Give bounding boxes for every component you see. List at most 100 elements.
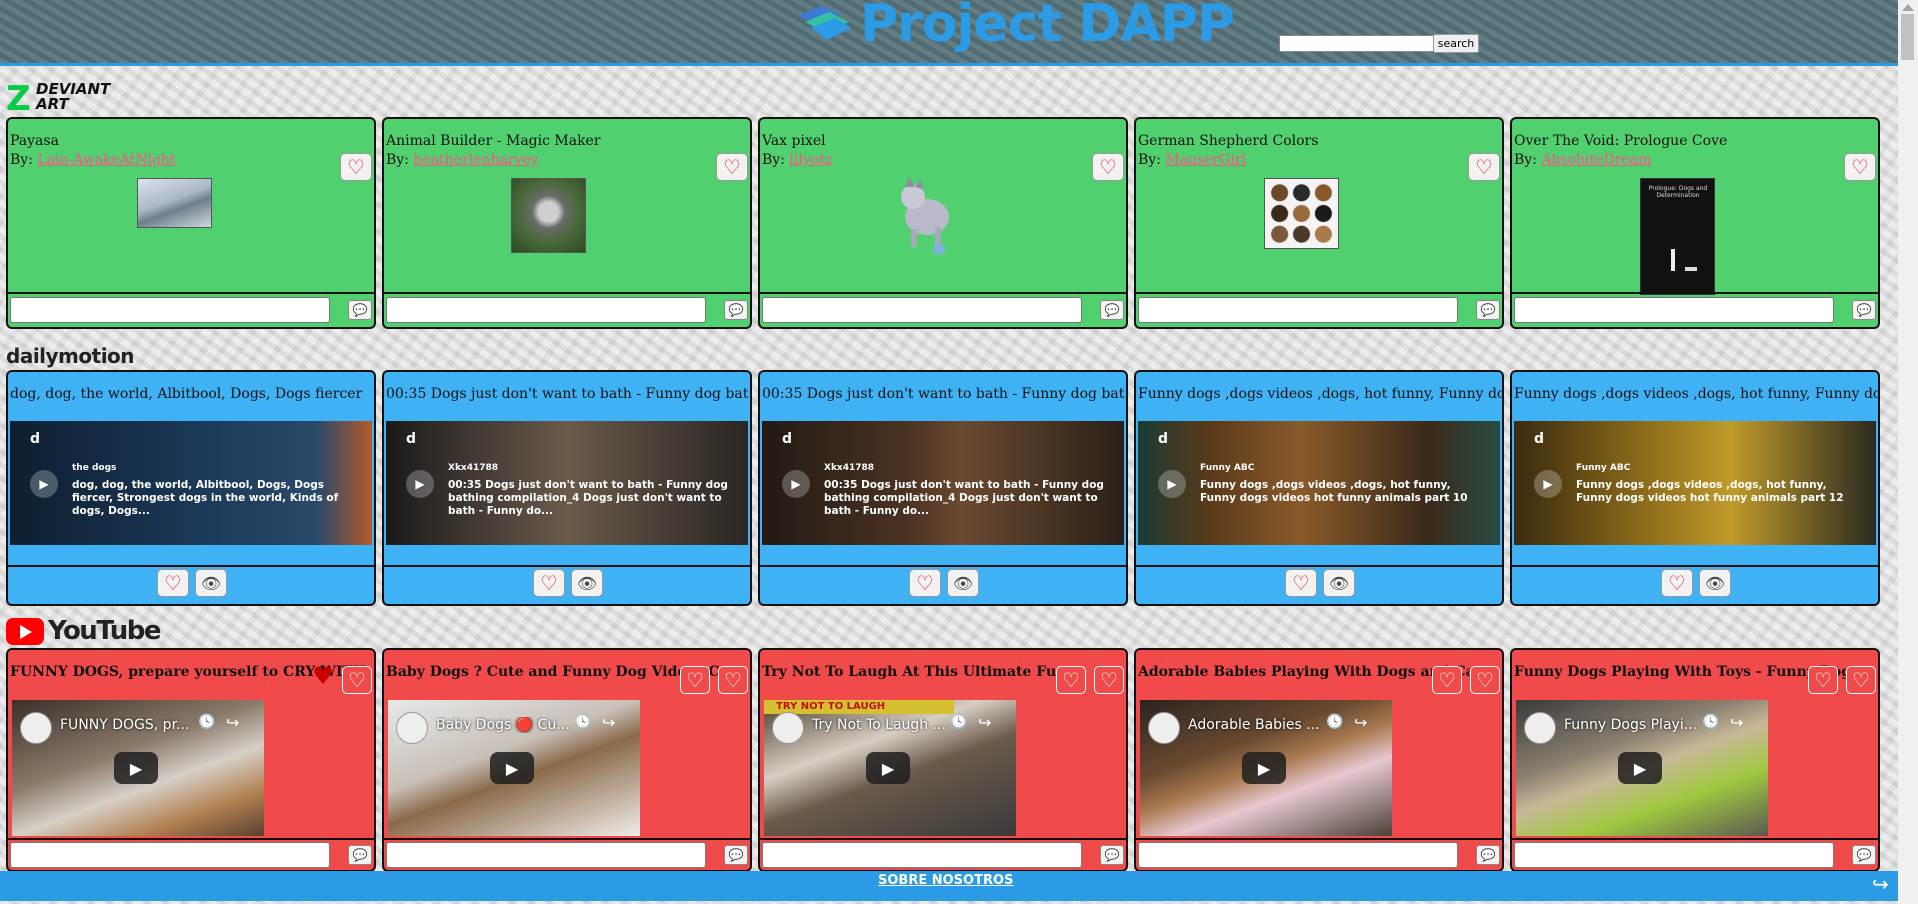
share-icon[interactable]: ↪ [1354,713,1367,732]
artwork-thumbnail[interactable] [889,177,961,257]
view-eye-icon[interactable]: 👁 [947,569,979,597]
youtube-player[interactable]: Baby Dogs 🔴 Cu... 🕓 ↪ ▶ [388,700,640,836]
youtube-player[interactable]: Adorable Babies ... 🕓 ↪ ▶ [1140,700,1392,836]
play-icon[interactable]: ▶ [1618,752,1662,784]
channel-avatar[interactable] [1524,712,1556,744]
watch-later-clock-icon[interactable]: 🕓 [950,714,967,730]
watch-later-clock-icon[interactable]: 🕓 [1326,714,1343,730]
share-icon[interactable]: ↪ [978,713,991,732]
like-heart-icon[interactable]: ♡ [1285,569,1317,597]
scrollbar-thumb[interactable] [1901,14,1914,60]
comment-field[interactable] [762,842,1082,868]
view-eye-icon[interactable]: 👁 [1699,569,1731,597]
comment-icon[interactable]: 💬 [1476,300,1500,320]
youtube-player[interactable]: TRY NOT TO LAUGH Try Not To Laugh ... 🕓 … [764,700,1016,836]
watch-later-clock-icon[interactable]: 🕓 [198,714,215,730]
channel-avatar[interactable] [396,712,428,744]
comment-icon[interactable]: 💬 [1852,845,1876,865]
video-title[interactable]: Baby Dogs 🔴 Cu... [436,717,576,733]
scroll-up-arrow-icon[interactable] [1902,4,1914,11]
share-icon[interactable]: ↪ [226,713,239,732]
comment-field[interactable] [1514,297,1834,323]
channel-avatar[interactable] [1148,712,1180,744]
view-eye-icon[interactable]: 👁 [571,569,603,597]
like-heart-icon[interactable]: ♡ [718,666,748,694]
like-heart-icon[interactable]: ♡ [680,666,710,694]
artwork-thumbnail[interactable] [1264,178,1339,249]
play-icon[interactable]: ▶ [1534,470,1562,498]
comment-icon[interactable]: 💬 [1476,845,1500,865]
share-icon[interactable]: ↪ [1872,872,1889,896]
favorited-heart-icon[interactable]: ♥ [308,662,338,690]
author-link[interactable]: lilyotz [789,152,832,168]
video-player[interactable]: d ▶ Funny ABC Funny dogs ,dogs videos ,d… [1514,421,1876,545]
watch-later-clock-icon[interactable]: 🕓 [574,714,591,730]
comment-field[interactable] [1138,842,1458,868]
comment-icon[interactable]: 💬 [348,300,372,320]
comment-icon[interactable]: 💬 [1100,300,1124,320]
like-heart-icon[interactable]: ♡ [909,569,941,597]
play-icon[interactable]: ▶ [114,752,158,784]
like-heart-icon[interactable]: ♡ [157,569,189,597]
comment-icon[interactable]: 💬 [348,845,372,865]
like-heart-icon[interactable]: ♡ [533,569,565,597]
author-link[interactable]: MauserGirl [1165,152,1246,168]
comment-field[interactable] [10,842,330,868]
play-icon[interactable]: ▶ [30,470,58,498]
share-icon[interactable]: ↪ [602,713,615,732]
channel-avatar[interactable] [20,712,52,744]
comment-field[interactable] [1514,842,1834,868]
view-eye-icon[interactable]: 👁 [1323,569,1355,597]
like-heart-icon[interactable]: ♡ [1844,153,1876,181]
about-us-link[interactable]: SOBRE NOSOTROS [878,873,1013,888]
artwork-thumbnail[interactable] [137,178,212,228]
video-player[interactable]: d ▶ the dogs dog, dog, the world, Albitb… [10,421,372,545]
like-heart-icon[interactable]: ♡ [1432,666,1462,694]
artwork-thumbnail[interactable] [511,178,586,253]
like-heart-icon[interactable]: ♡ [340,153,372,181]
like-heart-icon[interactable]: ♡ [342,666,372,694]
like-heart-icon[interactable]: ♡ [1470,666,1500,694]
author-link[interactable]: Lain-AwakeAtNight [37,152,175,168]
like-heart-icon[interactable]: ♡ [1846,666,1876,694]
share-icon[interactable]: ↪ [1730,713,1743,732]
author-link[interactable]: AbsoluteDream [1541,152,1651,168]
play-icon[interactable]: ▶ [490,752,534,784]
comment-icon[interactable]: 💬 [1852,300,1876,320]
video-player[interactable]: d ▶ Xkx41788 00:35 Dogs just don't want … [762,421,1124,545]
comment-icon[interactable]: 💬 [1100,845,1124,865]
video-title[interactable]: Adorable Babies ... [1188,717,1328,733]
like-heart-icon[interactable]: ♡ [1094,666,1124,694]
play-icon[interactable]: ▶ [406,470,434,498]
like-heart-icon[interactable]: ♡ [716,153,748,181]
author-link[interactable]: heatherlenharvey [413,152,538,168]
video-title[interactable]: Funny Dogs Playi... [1564,717,1704,733]
comment-field[interactable] [1138,297,1458,323]
like-heart-icon[interactable]: ♡ [1468,153,1500,181]
comment-icon[interactable]: 💬 [724,845,748,865]
play-icon[interactable]: ▶ [1158,470,1186,498]
comment-icon[interactable]: 💬 [724,300,748,320]
video-title[interactable]: Try Not To Laugh ... [812,717,952,733]
search-button[interactable]: search [1433,34,1479,53]
comment-field[interactable] [10,297,330,323]
like-heart-icon[interactable]: ♡ [1661,569,1693,597]
play-icon[interactable]: ▶ [1242,752,1286,784]
watch-later-clock-icon[interactable]: 🕓 [1702,714,1719,730]
like-heart-icon[interactable]: ♡ [1808,666,1838,694]
scrollbar[interactable] [1898,0,1918,904]
youtube-player[interactable]: Funny Dogs Playi... 🕓 ↪ ▶ [1516,700,1768,836]
like-heart-icon[interactable]: ♡ [1056,666,1086,694]
play-icon[interactable]: ▶ [782,470,810,498]
comment-field[interactable] [386,297,706,323]
play-icon[interactable]: ▶ [866,752,910,784]
video-player[interactable]: d ▶ Funny ABC Funny dogs ,dogs videos ,d… [1138,421,1500,545]
video-player[interactable]: d ▶ Xkx41788 00:35 Dogs just don't want … [386,421,748,545]
like-heart-icon[interactable]: ♡ [1092,153,1124,181]
comment-field[interactable] [386,842,706,868]
comment-field[interactable] [762,297,1082,323]
artwork-thumbnail[interactable]: Prologue: Dogs and Determination [1640,178,1715,295]
channel-avatar[interactable] [772,712,804,744]
video-title[interactable]: FUNNY DOGS, pr... [60,717,200,733]
youtube-player[interactable]: FUNNY DOGS, pr... 🕓 ↪ ▶ [12,700,264,836]
